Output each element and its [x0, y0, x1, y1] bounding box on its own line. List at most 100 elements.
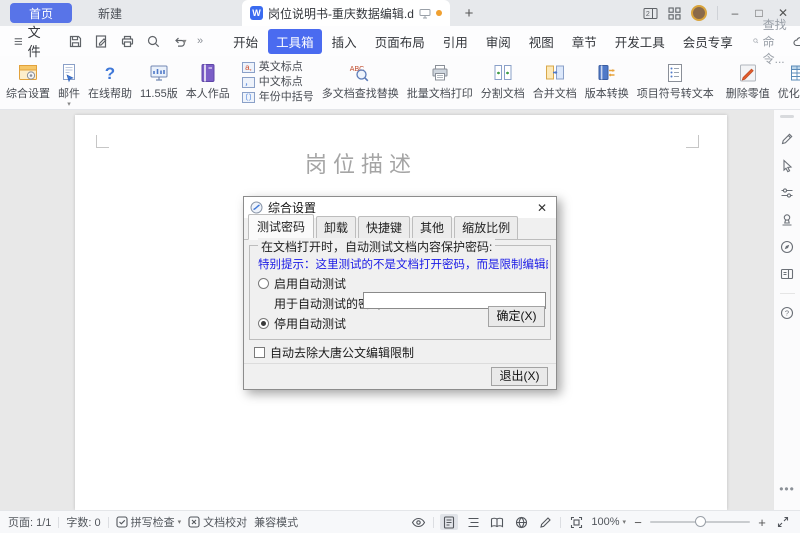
ribbon-settings-button[interactable]: 综合设置 — [2, 56, 54, 109]
mail-dropdown-caret-icon: ▾ — [67, 101, 71, 108]
disable-auto-test-option[interactable]: 停用自动测试 — [258, 315, 346, 332]
fullscreen-icon[interactable] — [774, 514, 792, 530]
help-icon[interactable]: ? — [776, 302, 798, 324]
tab-new-document[interactable]: 新建 — [98, 5, 122, 22]
dialog-tab-shortcuts[interactable]: 快捷键 — [358, 216, 411, 239]
page-view-icon[interactable] — [440, 514, 459, 530]
tab-view[interactable]: 视图 — [521, 29, 562, 54]
spellcheck-button[interactable]: 拼写检查 ▾ — [116, 514, 182, 530]
zoom-in-button[interactable]: + — [756, 515, 768, 530]
ok-button[interactable]: 确定(X) — [488, 306, 545, 327]
dialog-close-icon[interactable]: ✕ — [534, 201, 550, 215]
tab-references[interactable]: 引用 — [435, 29, 476, 54]
dialog-tab-uninstall[interactable]: 卸载 — [316, 216, 357, 239]
tab-new-label: 新建 — [98, 6, 123, 21]
print-preview-icon — [147, 35, 159, 47]
user-avatar[interactable] — [691, 5, 707, 21]
zoom-out-button[interactable]: − — [632, 515, 644, 530]
divider — [433, 516, 435, 528]
quick-access-toolbar: ▾ » — [63, 30, 207, 52]
toolbox-ribbon: 综合设置 邮件 ▾ ? 在线帮助 11.55版 本人作品 a, 英文标点 ， 中… — [0, 56, 800, 110]
outline-view-icon[interactable] — [464, 514, 482, 530]
dialog-body: 在文档打开时，自动测试文档内容保护密码: 特别提示：这里测试的不是文档打开密码，… — [244, 238, 556, 389]
ribbon-online-help-button[interactable]: ? 在线帮助 — [84, 56, 136, 109]
undo-button[interactable]: ▾ — [167, 30, 191, 52]
dialog-tab-strip: 测试密码 卸载 快捷键 其他 缩放比例 — [244, 214, 556, 240]
navigation-compass-icon[interactable] — [776, 236, 798, 258]
save-button[interactable] — [63, 30, 87, 52]
tab-member[interactable]: 会员专享 — [675, 29, 741, 54]
ribbon-mail-button[interactable]: 邮件 ▾ — [54, 56, 84, 109]
annotate-pen-icon[interactable] — [776, 128, 798, 150]
ribbon-version-convert-label: 版本转换 — [584, 88, 629, 100]
export-button[interactable] — [89, 30, 113, 52]
sidebar-drag-handle[interactable] — [780, 115, 794, 118]
zoom-slider-thumb[interactable] — [695, 516, 706, 527]
year-bracket-label: 年份中括号 — [258, 91, 314, 103]
wps-writer-icon: W — [250, 6, 263, 20]
dialog-tab-test-password[interactable]: 测试密码 — [248, 214, 315, 240]
print-button[interactable] — [115, 30, 139, 52]
enable-auto-test-option[interactable]: 启用自动测试 — [258, 275, 346, 292]
ink-pen-icon[interactable] — [536, 514, 554, 530]
cloud-status[interactable]: 未上云 — [793, 33, 800, 50]
auto-remove-option[interactable]: 自动去除大唐公文编辑限制 — [254, 344, 414, 361]
ribbon-batch-print-button[interactable]: 批量文档打印 — [403, 56, 477, 109]
apps-grid-icon[interactable] — [668, 6, 681, 20]
web-view-icon[interactable] — [512, 514, 530, 530]
english-punct-button[interactable]: a, 英文标点 — [241, 61, 314, 74]
tab-page-layout[interactable]: 页面布局 — [367, 29, 433, 54]
ribbon-find-replace-button[interactable]: ABC 多文档查找替换 — [318, 56, 403, 109]
ribbon-version-convert-button[interactable]: 版本转换 — [581, 56, 633, 109]
undo-dropdown-caret-icon: ▾ — [182, 36, 187, 46]
word-count[interactable]: 字数: 0 — [66, 514, 100, 530]
checkbox-unchecked-icon[interactable] — [254, 347, 265, 358]
ribbon-remove-zero-button[interactable]: 删除零值 — [722, 56, 774, 109]
toolbar-overflow-button[interactable]: » — [193, 35, 207, 47]
ribbon-my-works-button[interactable]: 本人作品 — [182, 56, 234, 109]
tab-toolbox[interactable]: 工具箱 — [268, 28, 322, 54]
dialog-tab-other[interactable]: 其他 — [412, 216, 453, 239]
tab-dev-tools[interactable]: 开发工具 — [607, 29, 673, 54]
chinese-punct-button[interactable]: ， 中文标点 — [241, 76, 314, 89]
tab-review[interactable]: 审阅 — [478, 29, 519, 54]
ribbon-merge-doc-button[interactable]: 合并文档 — [529, 56, 581, 109]
dialog-tab-zoom-ratio[interactable]: 缩放比例 — [454, 216, 519, 239]
ribbon-optimize-table-button[interactable]: 优化表格 — [774, 56, 800, 109]
minimize-button[interactable]: – — [728, 6, 742, 20]
split-screen-icon[interactable]: 2 — [643, 7, 658, 20]
ribbon-online-help-label: 在线帮助 — [88, 88, 132, 100]
ribbon-merge-doc-label: 合并文档 — [532, 88, 577, 100]
compat-mode-badge[interactable]: 兼容模式 — [254, 514, 298, 530]
year-bracket-button[interactable]: 〔〕 年份中括号 — [241, 91, 314, 104]
exit-button[interactable]: 退出(X) — [491, 367, 548, 386]
zoom-level-button[interactable]: 100% ▾ — [591, 516, 626, 528]
tab-start[interactable]: 开始 — [225, 29, 266, 54]
special-hint-text: 特别提示：这里测试的不是文档打开密码，而是限制编辑的内容保护密码！ — [258, 259, 548, 271]
svg-text:?: ? — [105, 64, 115, 83]
ribbon-split-doc-button[interactable]: 分割文档 — [477, 56, 529, 109]
select-cursor-icon[interactable] — [776, 155, 798, 177]
proofread-button[interactable]: 文档校对 — [188, 514, 247, 530]
tab-current-document[interactable]: W 岗位说明书-重庆数据编辑.doc — [242, 0, 451, 26]
book-view-icon[interactable] — [488, 514, 506, 530]
sidebar-more-icon[interactable]: ••• — [779, 482, 795, 496]
spellcheck-caret-icon: ▾ — [177, 519, 182, 526]
radio-unselected-icon[interactable] — [258, 278, 269, 289]
new-tab-button[interactable]: + — [460, 5, 478, 22]
tab-section[interactable]: 章节 — [564, 29, 605, 54]
ribbon-bullet-to-text-button[interactable]: 项目符号转文本 — [633, 56, 718, 109]
fit-page-icon[interactable] — [567, 514, 585, 530]
tab-home[interactable]: 首页 — [10, 3, 72, 23]
eye-protect-icon[interactable] — [409, 514, 427, 530]
tab-insert[interactable]: 插入 — [324, 29, 365, 54]
reading-layout-icon[interactable] — [776, 263, 798, 285]
ribbon-version-button[interactable]: 11.55版 — [136, 56, 182, 109]
settings-window-icon — [17, 62, 39, 84]
file-menu-button[interactable]: 文件 — [8, 22, 51, 60]
print-preview-button[interactable] — [141, 30, 165, 52]
stamp-seal-icon[interactable] — [776, 209, 798, 231]
adjust-sliders-icon[interactable] — [776, 182, 798, 204]
zoom-slider[interactable] — [650, 516, 750, 527]
radio-selected-icon[interactable] — [258, 318, 269, 329]
